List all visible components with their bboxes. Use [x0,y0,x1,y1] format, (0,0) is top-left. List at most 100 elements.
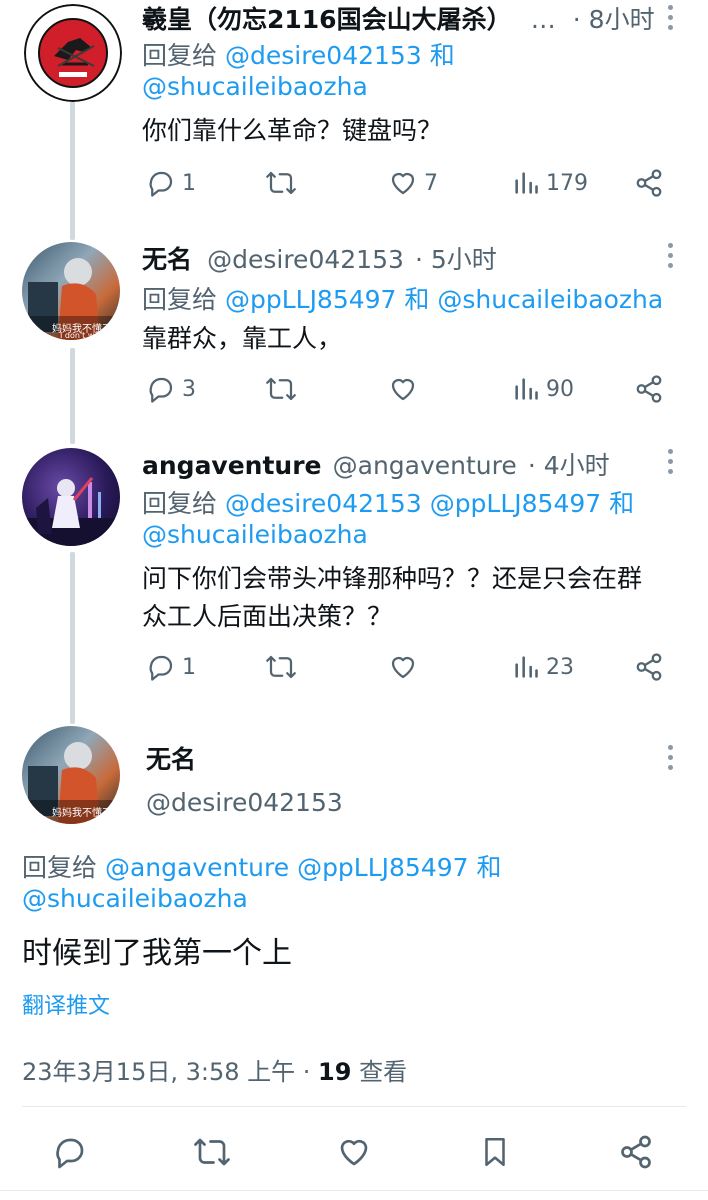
like-button[interactable] [336,1134,372,1170]
reply-prefix: 回复给 [142,41,218,70]
reply-joiner: 和 [404,285,430,314]
like-button[interactable] [388,374,418,404]
more-icon[interactable] [668,5,674,35]
retweet-icon [194,1138,230,1166]
display-name[interactable]: 无名 [142,245,192,274]
retweet-icon [266,377,296,401]
more-icon[interactable] [668,745,674,775]
retweet-button[interactable] [264,652,298,682]
reply-user-link[interactable]: @shucaileibaozha [22,884,248,913]
like-button[interactable] [388,652,418,682]
tweet-text-line: 问下你们会带头冲锋那种吗？？还是只会在群 [142,564,643,593]
tweet-header: angaventure @angaventure · 4小时 [142,446,610,482]
nra-seal-icon [24,4,122,102]
retweet-icon [266,171,296,195]
bookmark-icon [485,1137,505,1167]
like-count: 7 [424,170,438,196]
reply-user-link[interactable]: @desire042153 [225,489,422,518]
reply-user-link[interactable]: @angaventure [105,853,289,882]
bookmark-button[interactable] [478,1134,512,1170]
views-button[interactable]: 179 [512,168,588,198]
thread-line [70,100,75,240]
tweet-header: 无名 @desire042153 · 5小时 [142,240,497,276]
reply-button[interactable] [52,1134,88,1170]
tweet-text: 靠群众，靠工人， [142,324,343,353]
display-name[interactable]: 羲皇（勿忘2116国会山大屠杀） [142,5,512,34]
avatar[interactable]: 妈妈我不懂了 [22,726,120,824]
avatar-caption-en: I don't wan [60,331,105,340]
share-button[interactable] [618,1134,654,1170]
avatar[interactable]: 妈妈我不懂了 I don't wan [22,242,120,340]
like-icon [391,656,415,679]
truncation-ellipsis: … [530,5,556,34]
user-handle[interactable]: @angaventure [333,451,517,480]
share-icon [621,1135,651,1169]
share-icon [636,653,662,681]
reply-user-link[interactable]: @shucaileibaozha [142,520,368,549]
tweet-header: 羲皇（勿忘2116国会山大屠杀） … · 8小时 [142,0,655,36]
reply-prefix: 回复给 [142,285,218,314]
display-name[interactable]: 无名 [146,740,196,776]
display-name[interactable]: angaventure [142,451,322,480]
tweet-time[interactable]: · 5小时 [415,245,497,274]
reply-icon [149,171,173,197]
tweet-meta: 23年3月15日, 3:58 上午 · 19 查看 [22,1052,407,1087]
view-count: 90 [546,376,574,402]
tweet-timestamp[interactable]: 23年3月15日, 3:58 上午 · [22,1058,310,1086]
more-icon[interactable] [668,243,674,273]
retweet-button[interactable] [192,1134,232,1170]
reply-prefix: 回复给 [22,853,98,882]
divider [22,1106,686,1107]
reply-user-link[interactable]: @ppLLJ85497 [225,285,397,314]
views-button[interactable]: 23 [512,652,574,682]
reply-icon [56,1138,84,1169]
share-button[interactable] [634,374,664,404]
reply-context: 回复给 @angaventure @ppLLJ85497 和 [22,848,502,884]
reply-user-link[interactable]: @desire042153 [225,41,422,70]
translate-link[interactable]: 翻译推文 [22,988,110,1020]
share-button[interactable] [634,652,664,682]
reply-icon [149,377,173,403]
avatar[interactable] [22,448,120,546]
tweet-time[interactable]: · 8小时 [573,5,655,34]
divider [0,1190,708,1191]
more-icon[interactable] [668,449,674,479]
avatar[interactable] [24,4,122,102]
reply-joiner: 和 [609,489,635,518]
like-icon [391,172,415,195]
views-icon [515,172,538,194]
reply-joiner: 和 [476,853,502,882]
user-handle[interactable]: @desire042153 [146,788,343,817]
reply-count: 3 [182,376,196,402]
reply-context: 回复给 @ppLLJ85497 和 @shucaileibaozha [142,280,663,316]
like-button[interactable]: 7 [388,168,438,198]
tweet-time[interactable]: · 4小时 [528,451,610,480]
user-handle[interactable]: @desire042153 [207,245,404,274]
reply-joiner: 和 [429,41,455,70]
view-count: 23 [546,654,574,680]
share-button[interactable] [634,168,664,198]
views-count: 19 [318,1058,352,1086]
reply-button[interactable]: 1 [146,168,196,198]
views-button[interactable]: 90 [512,374,574,404]
reply-button[interactable]: 1 [146,652,196,682]
reply-icon [149,655,173,681]
tweet-text-line: 众工人后面出决策？？ [142,602,393,631]
reply-user-link[interactable]: @shucaileibaozha [437,285,663,314]
views-label: 查看 [359,1058,408,1086]
avatar-illustration [22,477,120,546]
share-icon [636,169,662,197]
share-icon [636,375,662,403]
retweet-button[interactable] [264,374,298,404]
reply-count: 1 [182,170,196,196]
reply-user-link[interactable]: @shucaileibaozha [142,72,368,101]
reply-button[interactable]: 3 [146,374,196,404]
thread-line [70,552,75,724]
tweet-text: 你们靠什么革命？键盘吗？ [142,116,443,145]
retweet-button[interactable] [264,168,298,198]
reply-user-link[interactable]: @ppLLJ85497 [430,489,602,518]
view-count: 179 [546,170,588,196]
reply-user-link[interactable]: @ppLLJ85497 [297,853,469,882]
views-icon [515,378,538,400]
like-icon [391,378,415,401]
